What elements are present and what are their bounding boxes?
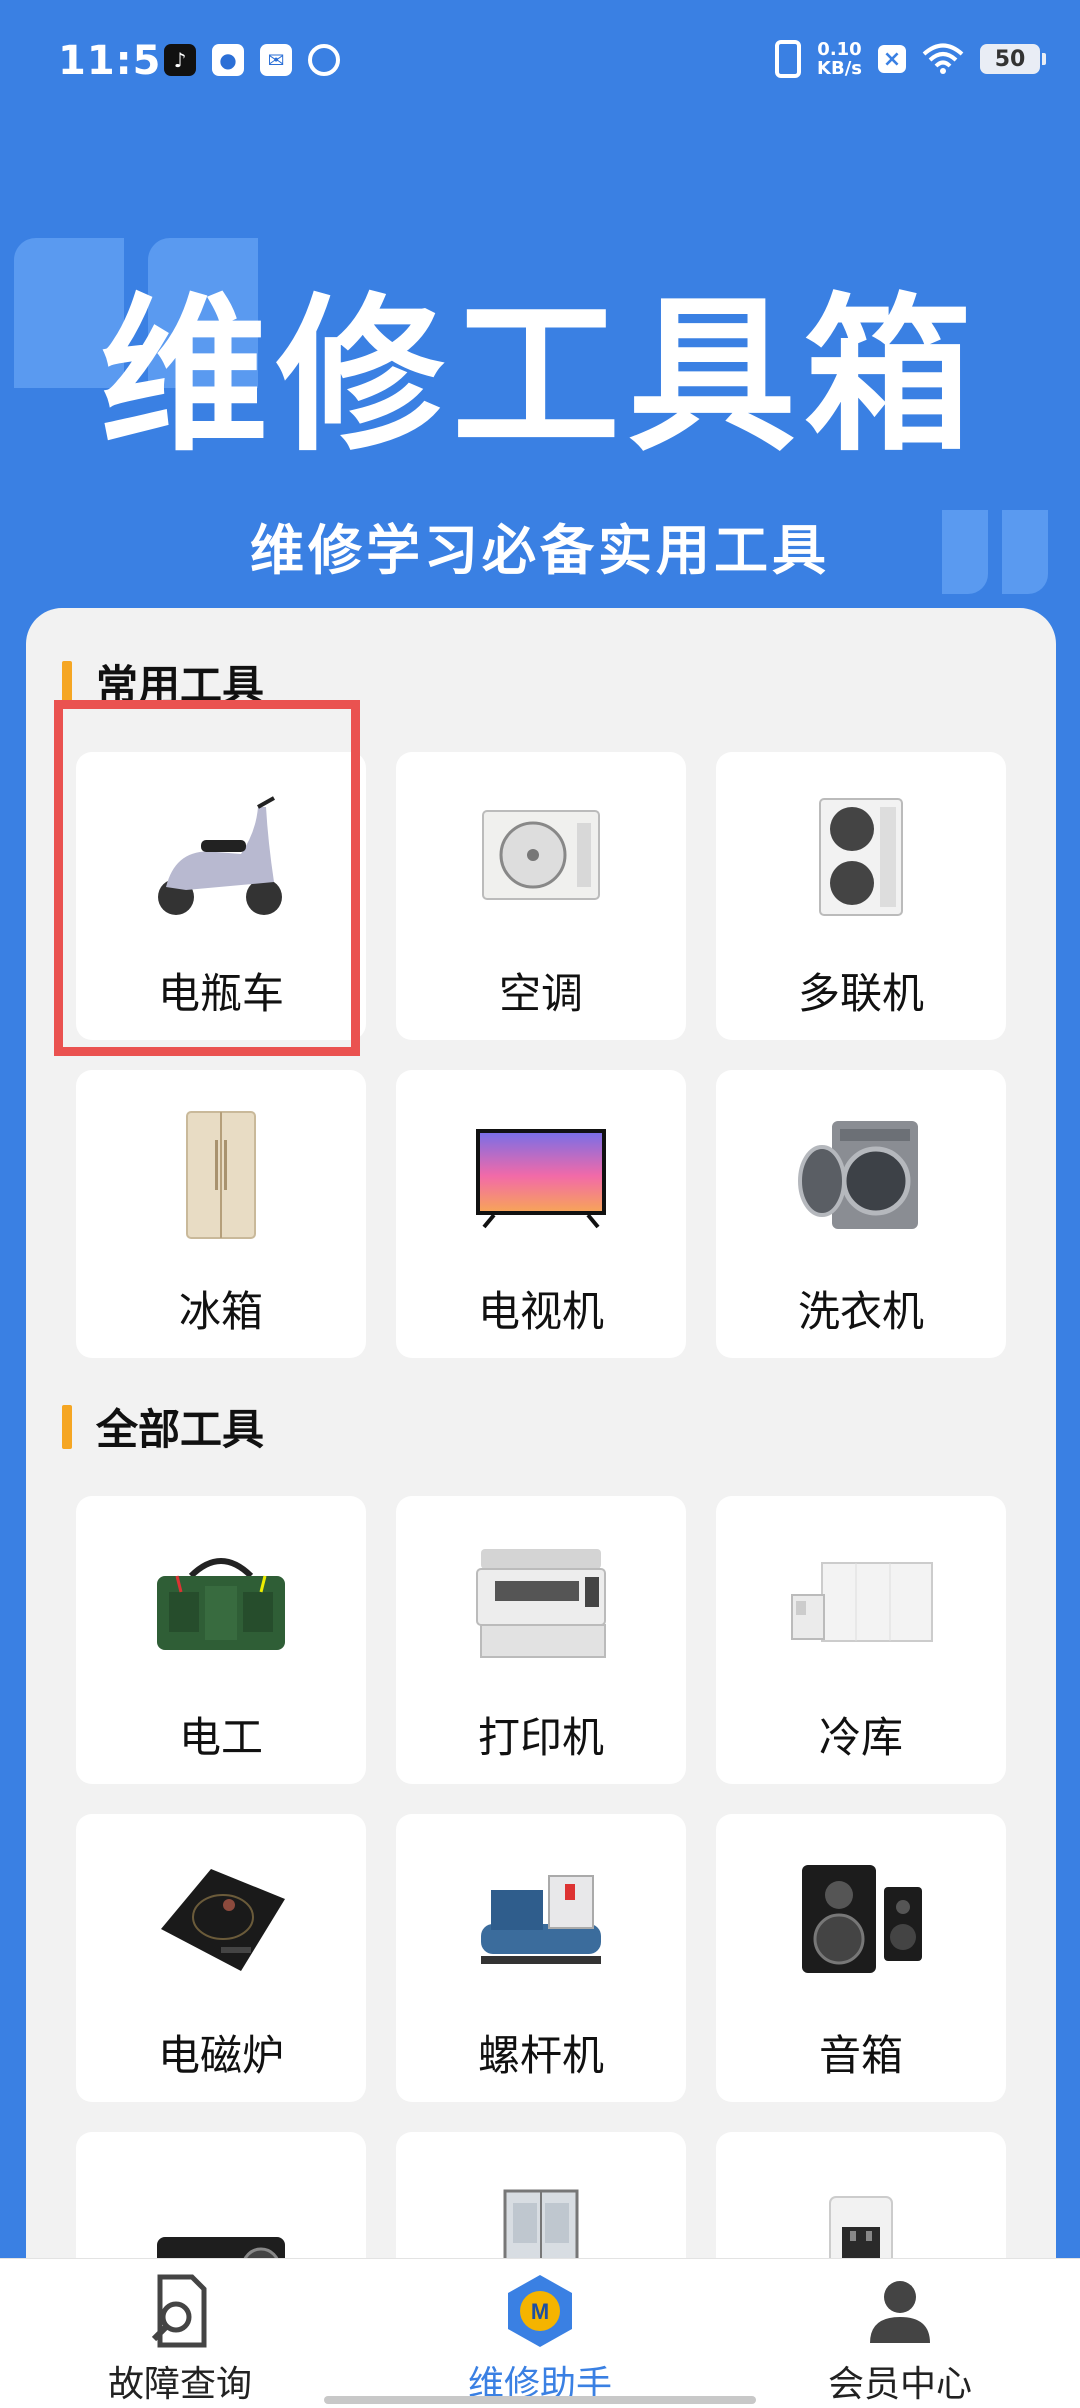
- status-right: 0.10 KB/s × 50: [775, 40, 1046, 78]
- net-speed: 0.10 KB/s: [817, 40, 862, 78]
- status-bar: 11:51 ♪ ● ✉ 0.10 KB/s × 50: [0, 0, 1080, 130]
- tools-panel: 常用工具 电瓶车 空调 多联机 冰箱 电视机 洗衣机 全部工具 电工 打印机 冷…: [26, 608, 1056, 2408]
- tiktok-icon: ♪: [164, 44, 196, 76]
- swirl-icon: [308, 44, 340, 76]
- air-conditioner-icon: [456, 792, 626, 922]
- fridge-icon: [136, 1110, 306, 1240]
- nav-repair-assistant[interactable]: M 维修助手: [360, 2259, 720, 2408]
- tv-icon: [456, 1110, 626, 1240]
- tool-card-induction-cooker[interactable]: 电磁炉: [76, 1814, 366, 2102]
- nav-label: 会员中心: [827, 2364, 972, 2405]
- vrf-unit-icon: [776, 792, 946, 922]
- tool-label: 洗衣机: [797, 1287, 924, 1336]
- nav-label: 故障查询: [107, 2364, 252, 2405]
- net-speed-value: 0.10: [817, 39, 862, 60]
- app-icon: ●: [212, 44, 244, 76]
- wifi-icon: [922, 43, 964, 74]
- tool-card-washing-machine[interactable]: 洗衣机: [716, 1070, 1006, 1358]
- tool-label: 电视机: [477, 1287, 604, 1336]
- fault-search-icon: [151, 2274, 207, 2348]
- tool-label: 电瓶车: [157, 969, 284, 1018]
- section-title: 常用工具: [96, 661, 265, 710]
- tool-label: 电工: [178, 1713, 263, 1762]
- hero-title: 维修工具箱: [100, 278, 980, 474]
- induction-cooker-icon: [136, 1854, 306, 1984]
- scooter-icon: [136, 792, 306, 922]
- tool-card-fridge[interactable]: 冰箱: [76, 1070, 366, 1358]
- tool-label: 冰箱: [178, 1287, 263, 1336]
- nav-fault-search[interactable]: 故障查询: [0, 2259, 360, 2408]
- section-title: 全部工具: [96, 1405, 265, 1454]
- tool-bag-icon: [136, 1536, 306, 1666]
- printer-icon: [456, 1536, 626, 1666]
- tool-card-cold-storage[interactable]: 冷库: [716, 1496, 1006, 1784]
- tool-label: 电磁炉: [157, 2031, 284, 2080]
- all-tools-header: 全部工具: [62, 1396, 264, 1457]
- washing-machine-icon: [776, 1110, 946, 1240]
- repair-assistant-icon: M: [508, 2275, 572, 2347]
- tool-label: 空调: [498, 969, 583, 1018]
- svg-text:M: M: [531, 2299, 549, 2324]
- section-accent-bar: [62, 660, 72, 705]
- mail-icon: ✉: [260, 44, 292, 76]
- x-icon: ×: [878, 45, 906, 73]
- tool-label: 打印机: [477, 1713, 604, 1762]
- status-left-icons: ♪ ● ✉: [164, 44, 340, 76]
- tool-label: 多联机: [797, 969, 924, 1018]
- member-icon: [870, 2281, 930, 2343]
- cold-storage-icon: [776, 1536, 946, 1666]
- vibrate-icon: [775, 40, 802, 78]
- tool-card-scooter[interactable]: 电瓶车: [76, 752, 366, 1040]
- tool-card-tv[interactable]: 电视机: [396, 1070, 686, 1358]
- hero-subtitle: 维修学习必备实用工具: [250, 519, 830, 582]
- section-accent-bar: [62, 1404, 72, 1449]
- home-indicator[interactable]: [324, 2396, 756, 2404]
- tool-label: 音箱: [818, 2031, 903, 2080]
- battery-icon: 50: [980, 44, 1046, 74]
- net-speed-unit: KB/s: [817, 58, 862, 79]
- screw-chiller-icon: [456, 1854, 626, 1984]
- tool-card-screw-chiller[interactable]: 螺杆机: [396, 1814, 686, 2102]
- tool-card-electrician[interactable]: 电工: [76, 1496, 366, 1784]
- tool-label: 冷库: [818, 1713, 903, 1762]
- tool-card-vrf[interactable]: 多联机: [716, 752, 1006, 1040]
- nav-member-center[interactable]: 会员中心: [720, 2259, 1080, 2408]
- bottom-nav: 故障查询 M 维修助手 会员中心: [0, 2258, 1080, 2408]
- tool-card-air-conditioner[interactable]: 空调: [396, 752, 686, 1040]
- tool-card-printer[interactable]: 打印机: [396, 1496, 686, 1784]
- tool-label: 螺杆机: [477, 2031, 604, 2080]
- common-tools-header: 常用工具: [62, 652, 264, 713]
- tool-card-speaker[interactable]: 音箱: [716, 1814, 1006, 2102]
- speaker-icon: [776, 1854, 946, 1984]
